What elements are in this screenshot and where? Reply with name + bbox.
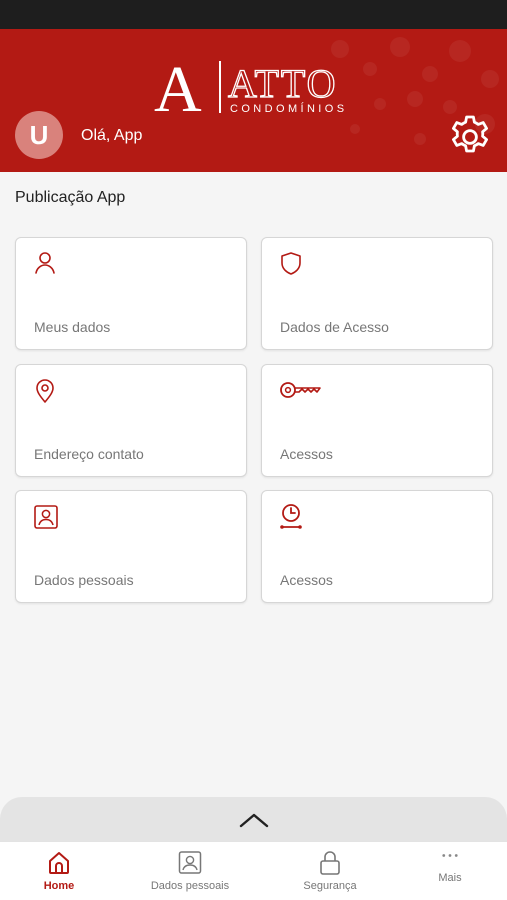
clock-icon	[280, 504, 302, 529]
nav-dados-pessoais[interactable]: Dados pessoais	[140, 842, 240, 900]
nav-seguranca[interactable]: Segurança	[290, 842, 370, 900]
nav-label: Home	[43, 880, 75, 892]
nav-label: Dados pessoais	[150, 880, 230, 892]
logo-letter: A	[154, 53, 202, 121]
more-dots-icon	[442, 854, 458, 857]
logo-brand: ATTO	[228, 61, 337, 106]
nav-label: Mais	[438, 872, 462, 884]
home-icon	[49, 852, 69, 874]
nav-mais[interactable]: Mais	[425, 842, 475, 900]
avatar[interactable]: U	[15, 111, 63, 159]
card-dados-pessoais[interactable]: Dados pessoais	[15, 490, 247, 603]
card-label: Acessos	[280, 572, 333, 588]
card-acessos-key[interactable]: Acessos	[261, 364, 493, 477]
card-label: Acessos	[280, 446, 333, 462]
section-title: Publicação App	[15, 189, 126, 206]
card-acessos-clock[interactable]: Acessos	[261, 490, 493, 603]
key-icon	[280, 382, 321, 398]
card-endereco-contato[interactable]: Endereço contato	[15, 364, 247, 477]
user-icon	[35, 252, 55, 274]
card-label: Endereço contato	[34, 446, 144, 462]
card-label: Meus dados	[34, 319, 111, 335]
nav-label: Segurança	[303, 880, 357, 892]
id-card-icon	[34, 505, 58, 529]
nav-home[interactable]: Home	[29, 842, 89, 900]
atto-logo: A ATTO CONDOMÍNIOS	[154, 53, 347, 121]
logo-subtitle: CONDOMÍNIOS	[230, 102, 347, 115]
bottom-drawer	[0, 797, 507, 847]
bottom-nav: Home Dados pessoais Segurança Mais	[0, 841, 507, 900]
greeting-text: Olá, App	[81, 127, 143, 144]
card-label: Dados pessoais	[34, 572, 134, 588]
status-bar	[0, 0, 507, 29]
header: A ATTO CONDOMÍNIOS U Olá, App	[0, 29, 507, 172]
gear-icon[interactable]	[446, 113, 494, 161]
shield-icon	[281, 252, 301, 275]
lock-icon	[320, 851, 340, 875]
card-label: Dados de Acesso	[280, 319, 389, 335]
id-card-icon	[178, 851, 202, 874]
location-pin-icon	[36, 379, 54, 403]
card-dados-de-acesso[interactable]: Dados de Acesso	[261, 237, 493, 350]
card-meus-dados[interactable]: Meus dados	[15, 237, 247, 350]
chevron-up-icon[interactable]	[238, 810, 270, 830]
